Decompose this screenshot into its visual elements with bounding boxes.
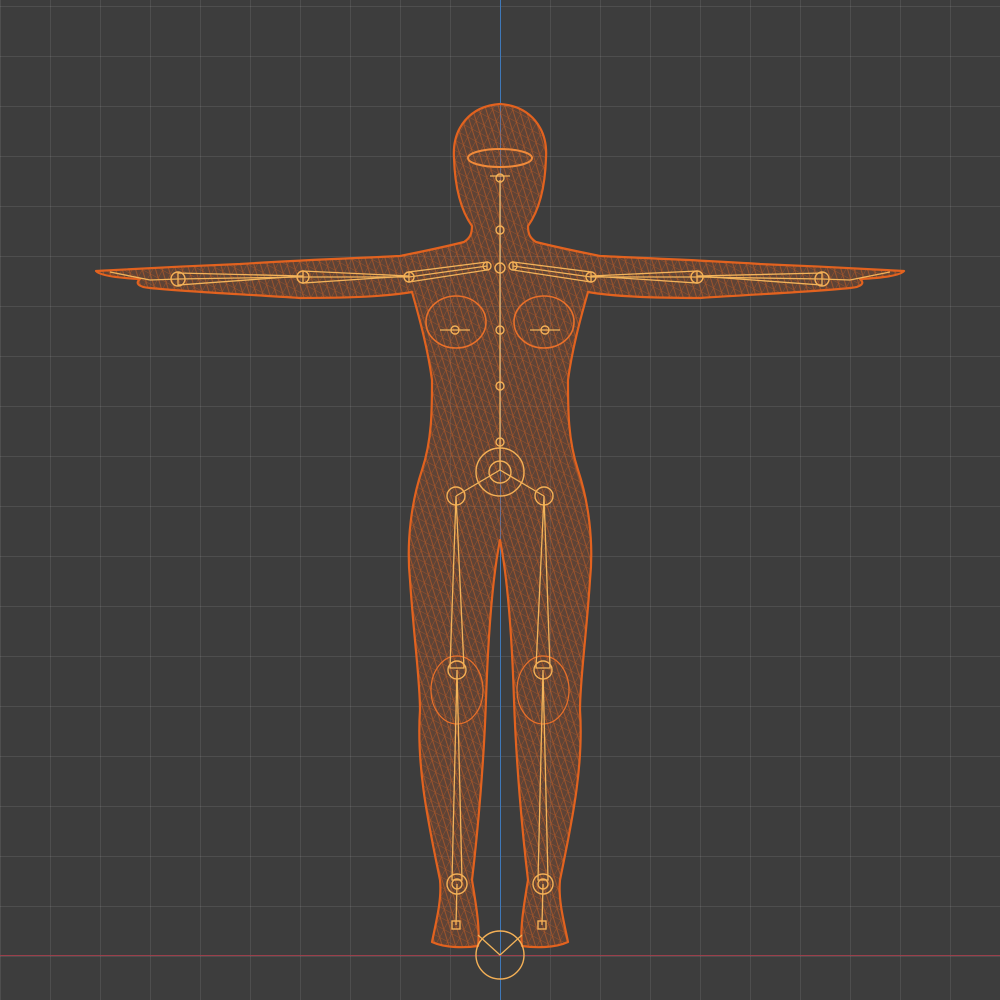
3d-viewport[interactable] [0,0,1000,1000]
root-bone [477,934,523,956]
scene-canvas[interactable] [0,0,1000,1000]
